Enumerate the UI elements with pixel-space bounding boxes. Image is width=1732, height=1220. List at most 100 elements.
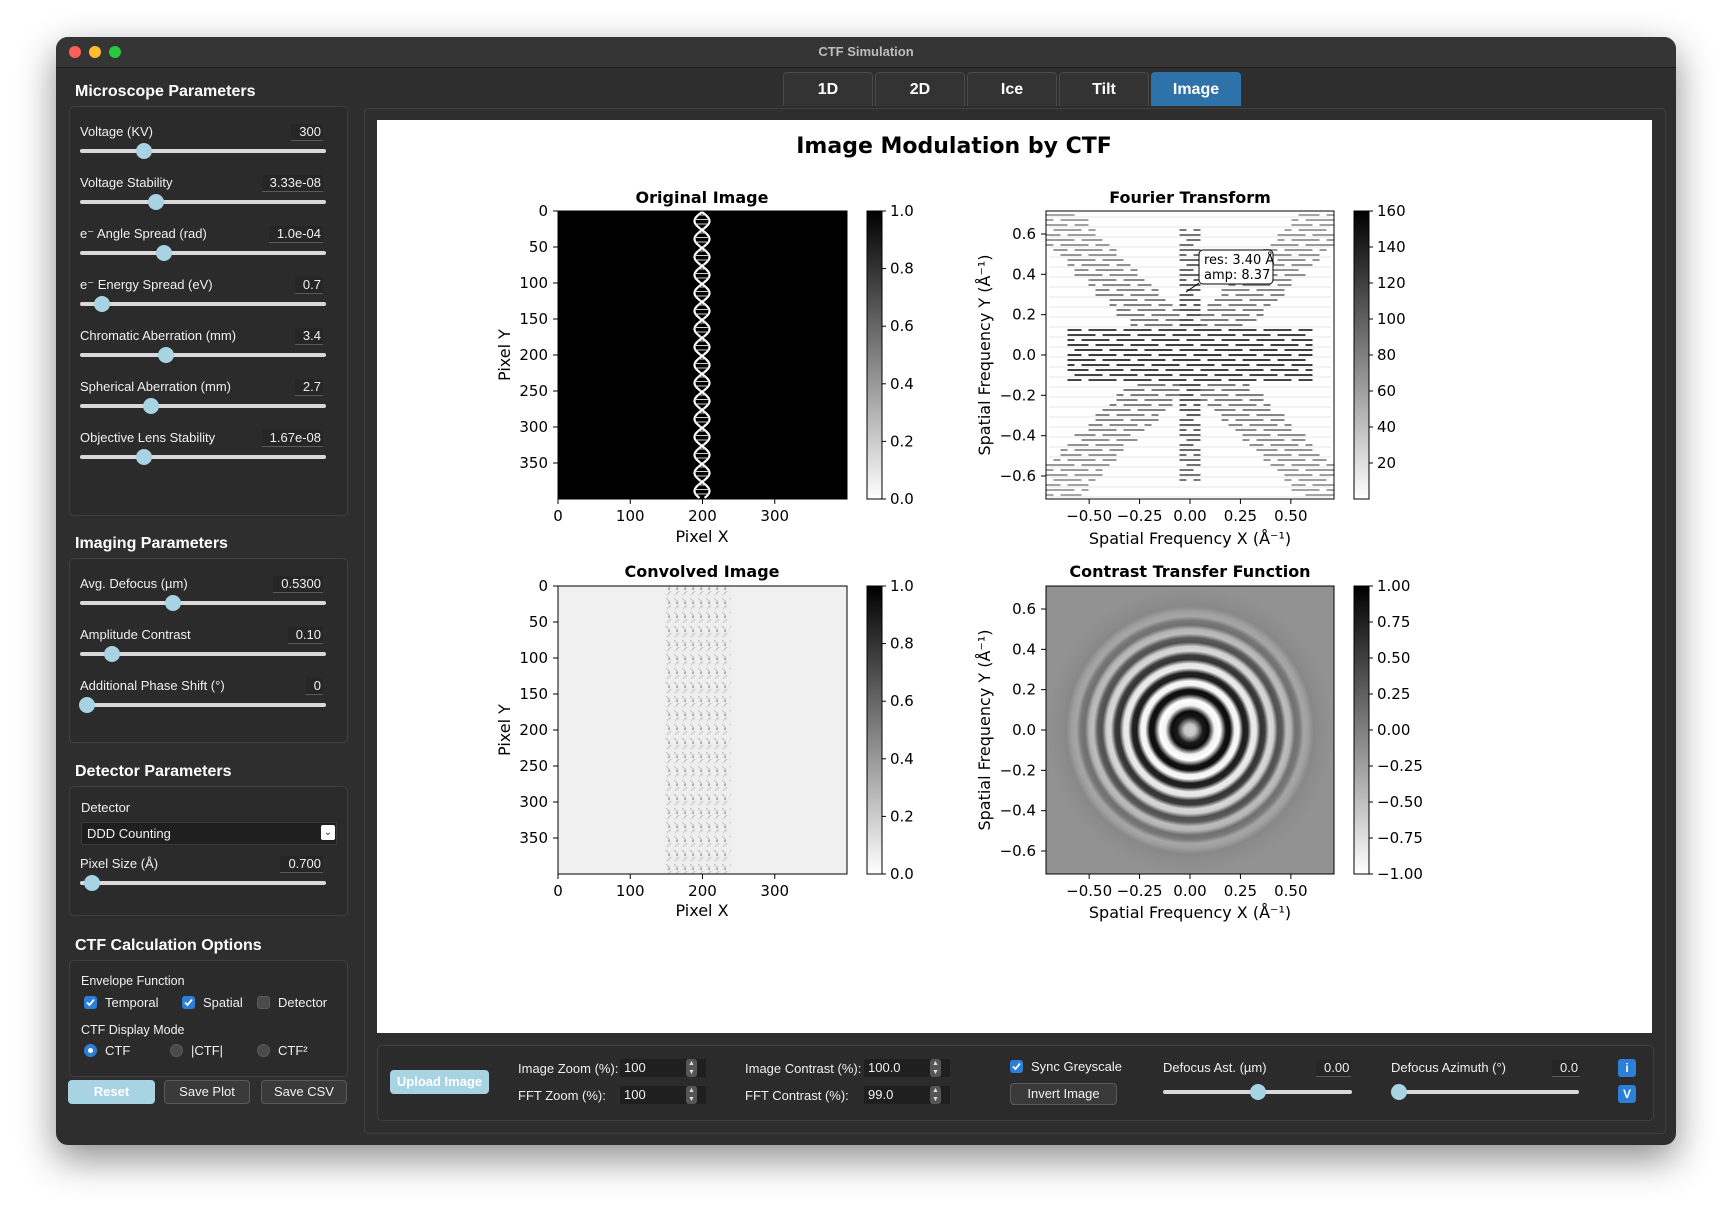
microscope-param-value[interactable]: 1.67e-08	[261, 430, 323, 447]
save-csv-button[interactable]: Save CSV	[261, 1080, 347, 1104]
defocus-ast-value[interactable]: 0.00	[1316, 1060, 1352, 1077]
imaging-group: Avg. Defocus (µm) 0.5300 Amplitude Contras…	[69, 558, 348, 743]
imaging-slider-track[interactable]	[80, 601, 326, 605]
imaging-param-value[interactable]: 0.5300	[273, 576, 323, 593]
abs-ctf-mode-label: |CTF|	[191, 1043, 224, 1058]
colorbar-tick-label: 0.2	[890, 807, 914, 825]
original-image-ylabel: Pixel Y	[495, 329, 514, 381]
tab-ice[interactable]: Ice	[967, 72, 1057, 106]
original-image-panel: Original Image 0 100 200 300 0 50 100 150 200 250…	[495, 188, 914, 546]
y-tick-label: 150	[519, 685, 548, 703]
spatial-checkbox[interactable]	[182, 996, 195, 1009]
microscope-slider-track[interactable]	[80, 404, 326, 408]
x-tick-label: 0.00	[1173, 507, 1206, 525]
colorbar-tick-label: −0.25	[1377, 757, 1423, 775]
ctf-squared-mode-radio[interactable]	[257, 1044, 270, 1057]
y-tick-label: 300	[519, 793, 548, 811]
microscope-param-label: Objective Lens Stability	[80, 430, 216, 445]
pixel-size-slider-track[interactable]	[80, 881, 326, 885]
imaging-param: Avg. Defocus (µm) 0.5300	[80, 576, 326, 628]
microscope-slider-track[interactable]	[80, 149, 326, 153]
image-zoom-stepper[interactable]: ▲ ▼	[686, 1059, 697, 1077]
microscope-param-value[interactable]: 300	[291, 124, 323, 141]
imaging-param-value[interactable]: 0	[305, 678, 323, 695]
y-tick-label: 150	[519, 310, 548, 328]
colorbar-tick-label: 0.25	[1377, 685, 1410, 703]
y-tick-label: 0	[538, 202, 548, 220]
detector-checkbox[interactable]	[257, 996, 270, 1009]
microscope-param-value[interactable]: 3.4	[294, 328, 323, 345]
colorbar-tick-label: −1.00	[1377, 865, 1423, 883]
imaging-slider-handle[interactable]	[165, 595, 182, 611]
reset-button[interactable]: Reset	[68, 1080, 155, 1104]
microscope-param-value[interactable]: 1.0e-04	[268, 226, 323, 243]
temporal-checkbox[interactable]	[84, 996, 97, 1009]
tab-2d[interactable]: 2D	[875, 72, 965, 106]
annotation-res: res: 3.40 Å	[1204, 252, 1274, 268]
imaging-param: Additional Phase Shift (°) 0	[79, 678, 326, 730]
microscope-slider-track[interactable]	[80, 200, 326, 204]
microscope-slider-handle[interactable]	[135, 449, 152, 465]
abs-ctf-mode-radio[interactable]	[170, 1044, 183, 1057]
tab-tilt[interactable]: Tilt	[1059, 72, 1149, 106]
v-button[interactable]: V	[1618, 1085, 1636, 1103]
fft-zoom-stepper[interactable]: ▲ ▼	[686, 1086, 697, 1104]
invert-image-button[interactable]: Invert Image	[1010, 1083, 1117, 1105]
microscope-slider-track[interactable]	[80, 455, 326, 459]
imaging-slider-handle[interactable]	[79, 697, 96, 713]
fft-contrast-stepper[interactable]: ▲ ▼	[930, 1086, 941, 1104]
microscope-param: Spherical Aberration (mm) 2.7	[80, 379, 326, 431]
plot-canvas[interactable]: Image Modulation by CTF Original Image 0…	[377, 120, 1652, 1033]
microscope-param: Voltage (KV) 300	[80, 124, 326, 176]
options-group: Envelope Function Temporal Spatial Detec…	[69, 960, 348, 1077]
y-tick-label: 250	[519, 382, 548, 400]
pixel-size-slider-handle[interactable]	[84, 875, 101, 891]
tab-1d[interactable]: 1D	[783, 72, 873, 106]
microscope-slider-handle[interactable]	[155, 245, 172, 261]
colorbar-tick-label: 0.4	[890, 750, 914, 768]
microscope-slider-track[interactable]	[80, 302, 326, 306]
microscope-slider-track[interactable]	[80, 353, 326, 357]
checkmark-icon	[86, 998, 95, 1007]
defocus-azimuth-slider-track[interactable]	[1391, 1090, 1579, 1094]
detector-dropdown-value: DDD Counting	[87, 826, 171, 841]
imaging-param-value[interactable]: 0.10	[287, 627, 323, 644]
y-tick-label: −0.4	[1000, 427, 1036, 445]
microscope-param-value[interactable]: 3.33e-08	[261, 175, 323, 192]
microscope-param: e⁻ Angle Spread (rad) 1.0e-04	[80, 226, 326, 278]
microscope-slider-handle[interactable]	[143, 398, 160, 414]
info-button[interactable]: i	[1618, 1059, 1636, 1077]
microscope-slider-handle[interactable]	[148, 194, 165, 210]
save-plot-button[interactable]: Save Plot	[164, 1080, 250, 1104]
microscope-slider-handle[interactable]	[158, 347, 175, 363]
image-contrast-stepper[interactable]: ▲ ▼	[930, 1059, 941, 1077]
microscope-slider-track[interactable]	[80, 251, 326, 255]
defocus-azimuth-value[interactable]: 0.0	[1552, 1060, 1581, 1077]
x-tick-label: 300	[760, 507, 789, 525]
detector-dropdown[interactable]: DDD Counting ⌄	[81, 822, 337, 845]
figure-suptitle: Image Modulation by CTF	[796, 134, 1112, 159]
microscope-slider-handle[interactable]	[135, 143, 152, 159]
bottom-controls: Upload Image Image Zoom (%): 100 ▲ ▼ FFT …	[377, 1045, 1654, 1121]
fourier-ylabel: Spatial Frequency Y (Å⁻¹)	[975, 254, 994, 455]
sync-greyscale-checkbox[interactable]	[1010, 1060, 1023, 1073]
defocus-ast-slider-handle[interactable]	[1249, 1084, 1266, 1100]
y-tick-label: 0.6	[1012, 225, 1036, 243]
y-tick-label: −0.2	[1000, 386, 1036, 404]
imaging-slider-handle[interactable]	[103, 646, 120, 662]
imaging-slider-track[interactable]	[80, 703, 326, 707]
defocus-azimuth-slider-handle[interactable]	[1391, 1084, 1407, 1100]
colorbar-tick-label: 20	[1377, 454, 1396, 472]
y-tick-label: 350	[519, 454, 548, 472]
upload-image-button[interactable]: Upload Image	[390, 1070, 489, 1094]
pixel-size-value[interactable]: 0.700	[280, 856, 323, 873]
microscope-slider-handle[interactable]	[94, 296, 111, 312]
convolved-image-xlabel: Pixel X	[675, 901, 728, 920]
microscope-param-value[interactable]: 0.7	[294, 277, 323, 294]
ctf-mode-radio[interactable]	[84, 1044, 97, 1057]
temporal-label: Temporal	[105, 995, 159, 1010]
tab-image[interactable]: Image	[1151, 72, 1241, 106]
y-tick-label: 0.6	[1012, 600, 1036, 618]
microscope-param-value[interactable]: 2.7	[294, 379, 323, 396]
defocus-azimuth-label: Defocus Azimuth (°)	[1391, 1060, 1507, 1075]
